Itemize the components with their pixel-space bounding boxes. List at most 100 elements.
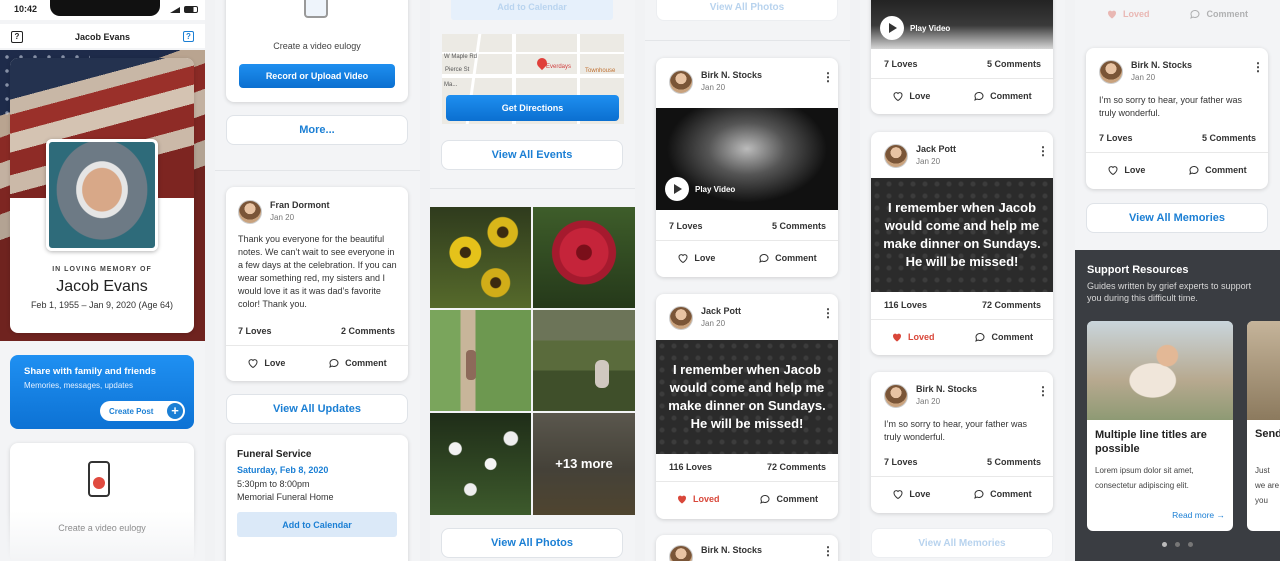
post-stats: 116 Loves 72 Comments (884, 300, 1041, 310)
play-label: Play Video (695, 184, 736, 194)
carousel-dots[interactable] (1075, 542, 1280, 547)
signal-icon (170, 6, 180, 13)
heart-icon (893, 92, 903, 102)
bottom-fade (0, 511, 205, 561)
more-button[interactable]: More... (226, 115, 408, 145)
post-date: Jan 20 (1131, 73, 1156, 82)
photo-greenhouse[interactable] (430, 310, 531, 411)
resource-card-2[interactable]: Send Just we are you (1247, 321, 1280, 531)
love-label: Loved (692, 494, 720, 504)
play-icon (665, 177, 689, 201)
divider (645, 40, 850, 41)
add-calendar-button[interactable]: Add to Calendar (237, 512, 397, 537)
memory-quote: I remember when Jacob would come and hel… (656, 340, 838, 454)
play-video-button[interactable]: Play Video (665, 177, 735, 201)
read-more-link[interactable]: Read more → (1172, 510, 1225, 520)
divider (226, 345, 408, 346)
view-all-memories-faded[interactable]: View All Memories (871, 528, 1053, 558)
carousel-dot[interactable] (1175, 542, 1180, 547)
comments-count: 72 Comments (766, 462, 826, 472)
photo-sunflowers[interactable] (430, 207, 531, 308)
love-button[interactable]: Love (677, 252, 715, 264)
more-options-icon[interactable]: ⋮ (1037, 385, 1049, 397)
get-directions-button[interactable]: Get Directions (446, 95, 619, 121)
record-upload-button[interactable]: Record or Upload Video (239, 64, 395, 88)
video-thumbnail[interactable]: Play Video (871, 0, 1053, 49)
carousel-dot[interactable] (1188, 542, 1193, 547)
comment-icon (759, 253, 769, 263)
share-card: Share with family and friends Memories, … (10, 355, 194, 429)
view-all-memories-button[interactable]: View All Memories (1086, 203, 1268, 233)
video-thumbnail[interactable]: Play Video (656, 108, 838, 210)
event-title: Funeral Service (237, 449, 312, 460)
comments-count: 2 Comments (340, 326, 395, 336)
loved-button[interactable]: Loved (891, 331, 935, 343)
comment-button[interactable]: Comment (973, 90, 1032, 102)
text-memory-card: Birk N. Stocks Jan 20 ⋮ I’m so sorry to h… (871, 372, 1053, 513)
comment-icon (1189, 165, 1199, 175)
comment-button[interactable]: Comment (974, 331, 1033, 343)
comment-button[interactable]: Comment (1188, 164, 1247, 176)
view-all-photos-button[interactable]: View All Photos (441, 528, 623, 558)
divider (430, 188, 635, 189)
photo-red-flower[interactable] (533, 207, 635, 308)
post-date: Jan 20 (916, 157, 941, 166)
love-label: Love (909, 91, 931, 101)
play-icon (880, 16, 904, 40)
comment-icon (760, 494, 770, 504)
resource-card[interactable]: Multiple line titles are possible Lorem … (1087, 321, 1233, 531)
info-icon[interactable]: ? (183, 31, 194, 42)
create-post-button[interactable]: Create Post + (100, 401, 185, 421)
add-calendar-faded[interactable]: Add to Calendar (451, 0, 613, 20)
photo-daisies[interactable] (430, 413, 531, 515)
avatar (669, 545, 693, 561)
comment-button[interactable]: Comment (759, 493, 818, 505)
post-actions: Love Comment (226, 357, 408, 369)
post-stats: 7 Loves 5 Comments (1099, 133, 1256, 143)
post-author: Birk N. Stocks Jan 20 (669, 70, 762, 94)
avatar (238, 200, 262, 224)
post-author: Birk N. Stocks (669, 545, 762, 561)
video-phone-icon (304, 0, 328, 18)
view-all-updates-button[interactable]: View All Updates (226, 394, 408, 424)
love-button[interactable]: Love (1107, 164, 1145, 176)
more-options-icon[interactable]: ⋮ (822, 71, 834, 83)
comment-button[interactable]: Comment (1189, 8, 1248, 20)
comment-label: Comment (775, 253, 817, 263)
video-eulogy-card: Create a video eulogy Record or Upload V… (226, 0, 408, 102)
resource-text: Just we are you (1255, 466, 1280, 505)
more-options-icon[interactable]: ⋮ (822, 307, 834, 319)
love-label: Loved (1122, 9, 1150, 19)
post-actions: Love Comment (1086, 164, 1268, 176)
heart-icon (893, 490, 903, 500)
video-memory-card: Birk N. Stocks Jan 20 ⋮ Play Video 7 Love… (656, 58, 838, 277)
post-stats: 7 Loves 2 Comments (238, 326, 395, 336)
more-options-icon[interactable]: ⋮ (822, 545, 834, 557)
post-stats: 7 Loves 5 Comments (884, 457, 1041, 467)
loved-button[interactable]: Loved (1106, 8, 1150, 20)
divider (871, 78, 1053, 79)
post-actions: Loved Comment (656, 493, 838, 505)
love-label: Loved (907, 332, 935, 342)
post-author: Jack Pott Jan 20 (884, 144, 956, 168)
play-video-button[interactable]: Play Video (880, 16, 950, 40)
memory-card-partial: Birk N. Stocks ⋮ (656, 535, 838, 561)
resource-title: Send (1255, 428, 1280, 440)
update-post-card: Fran Dormont Jan 20 Thank you everyone f… (226, 187, 408, 381)
comment-button[interactable]: Comment (973, 488, 1032, 500)
photo-field-woman[interactable] (533, 310, 635, 411)
view-all-events-button[interactable]: View All Events (441, 140, 623, 170)
carousel-dot[interactable] (1162, 542, 1167, 547)
more-options-icon[interactable]: ⋮ (1037, 145, 1049, 157)
love-button[interactable]: Love (892, 90, 930, 102)
more-options-icon[interactable]: ⋮ (1252, 61, 1264, 73)
view-all-photos-top[interactable]: View All Photos (656, 0, 838, 21)
comment-button[interactable]: Comment (328, 357, 387, 369)
love-button[interactable]: Love (892, 488, 930, 500)
photo-more[interactable]: +13 more (533, 413, 635, 515)
loves-count: 7 Loves (884, 59, 918, 69)
post-actions: Love Comment (871, 90, 1053, 102)
comment-button[interactable]: Comment (758, 252, 817, 264)
love-button[interactable]: Love (247, 357, 285, 369)
loved-button[interactable]: Loved (676, 493, 720, 505)
